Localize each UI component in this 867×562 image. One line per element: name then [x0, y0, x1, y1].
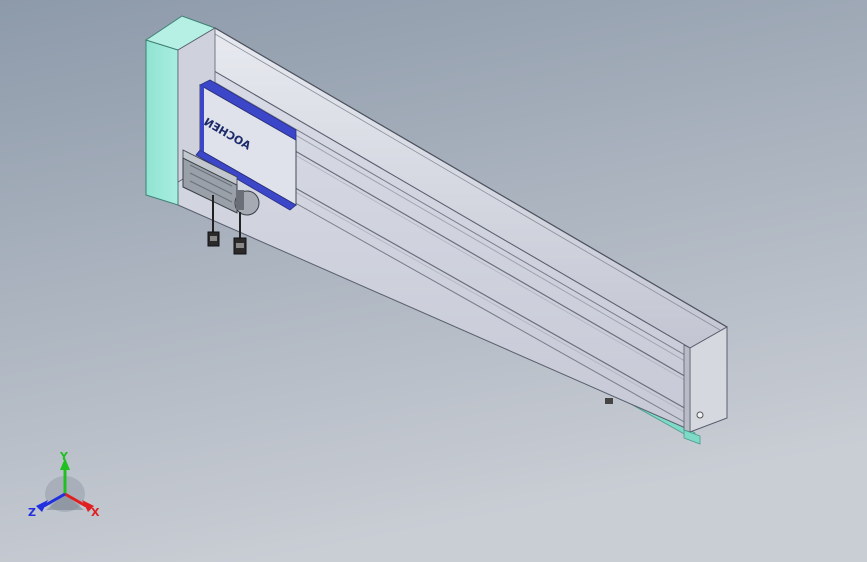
triad-y-label: Y [59, 450, 69, 463]
triad-x-label: X [91, 506, 100, 519]
carriage-left-bar [200, 85, 204, 152]
cable-plug-1-pins [210, 236, 217, 241]
cad-3d-viewport[interactable]: AOCHEN Y X Z [0, 0, 867, 562]
right-end-cap-front [683, 344, 691, 433]
end-cap-bolt [696, 411, 704, 419]
left-end-block-front [145, 39, 179, 206]
viewport-canvas[interactable]: AOCHEN Y X Z [0, 0, 867, 562]
limit-sensor [605, 398, 613, 404]
cable-plug-2-pins [236, 243, 244, 248]
triad-z-label: Z [28, 506, 36, 519]
motor-connector [236, 190, 244, 210]
